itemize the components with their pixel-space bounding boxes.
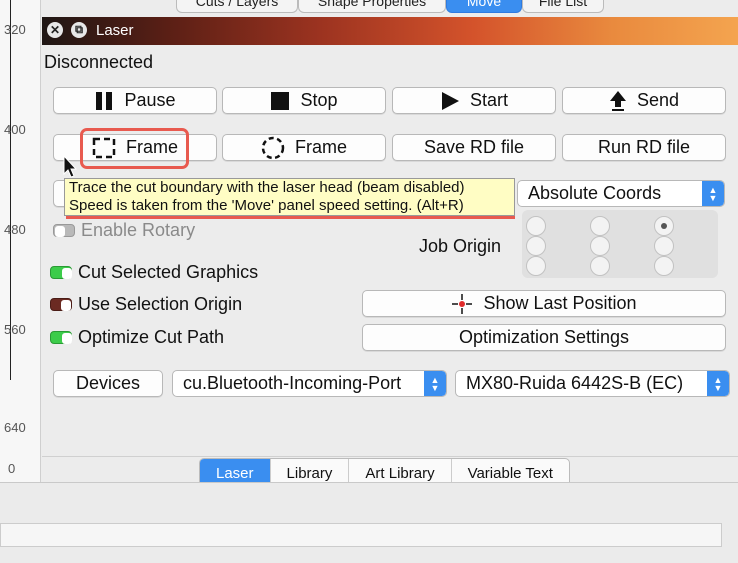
enable-rotary-toggle-row[interactable]: Enable Rotary <box>53 220 195 241</box>
frame-button-highlight <box>80 128 189 169</box>
origin-middle-right-radio[interactable] <box>654 236 674 256</box>
show-last-position-label: Show Last Position <box>483 293 637 313</box>
origin-bottom-left-radio[interactable] <box>526 256 546 276</box>
chevron-updown-icon: ▲ ▼ <box>424 371 446 396</box>
enable-rotary-toggle[interactable] <box>53 224 75 237</box>
frame-tooltip: Trace the cut boundary with the laser he… <box>64 178 515 216</box>
stop-icon <box>271 91 290 110</box>
save-rd-file-button[interactable]: Save RD file <box>392 134 556 161</box>
vertical-ruler: 320 400 480 560 640 0 <box>0 0 41 482</box>
upload-arrow-icon <box>609 90 626 111</box>
window-title: Laser <box>96 22 134 39</box>
start-button[interactable]: Start <box>392 87 556 114</box>
origin-top-center-radio[interactable] <box>590 216 610 236</box>
stop-label: Stop <box>300 90 338 110</box>
tab-shape-properties[interactable]: Shape Properties <box>298 0 446 13</box>
ruler-label: 560 <box>4 322 26 337</box>
connection-status: Disconnected <box>44 52 154 72</box>
use-selection-origin-toggle[interactable] <box>50 298 72 311</box>
send-button[interactable]: Send <box>562 87 726 114</box>
port-select-value: cu.Bluetooth-Incoming-Port <box>183 373 402 393</box>
chevron-updown-icon: ▲ ▼ <box>707 371 729 396</box>
use-selection-origin-label: Use Selection Origin <box>78 294 243 314</box>
origin-bottom-center-radio[interactable] <box>590 256 610 276</box>
tab-file-list[interactable]: File List <box>522 0 604 13</box>
ruler-label: 0 <box>8 461 16 476</box>
pause-button[interactable]: Pause <box>53 87 217 114</box>
ruler-label: 480 <box>4 222 26 237</box>
pause-icon <box>96 91 113 110</box>
start-label: Start <box>469 90 508 110</box>
optimize-cut-path-toggle-row[interactable]: Optimize Cut Path <box>50 327 224 348</box>
job-origin-label: Job Origin <box>419 236 502 256</box>
crosshair-icon <box>452 293 473 314</box>
tooltip-line-1: Trace the cut boundary with the laser he… <box>69 179 465 196</box>
close-icon[interactable]: ✕ <box>47 22 63 38</box>
origin-bottom-right-radio[interactable] <box>654 256 674 276</box>
cut-selected-toggle[interactable] <box>50 266 72 279</box>
play-icon <box>441 91 459 110</box>
tooltip-line-2: Speed is taken from the 'Move' panel spe… <box>69 197 464 214</box>
port-select[interactable]: cu.Bluetooth-Incoming-Port ▲ ▼ <box>172 370 447 397</box>
cut-selected-toggle-row[interactable]: Cut Selected Graphics <box>50 262 258 283</box>
device-select-value: MX80-Ruida 6442S-B (EC) <box>466 373 684 393</box>
laser-window-titlebar: ✕ ⧉ Laser <box>42 17 738 45</box>
ruler-label: 640 <box>4 420 26 435</box>
use-selection-origin-toggle-row[interactable]: Use Selection Origin <box>50 294 242 315</box>
optimization-settings-button[interactable]: Optimization Settings <box>362 324 726 351</box>
run-rd-file-button[interactable]: Run RD file <box>562 134 726 161</box>
tab-move[interactable]: Move <box>446 0 522 13</box>
tab-cuts-layers[interactable]: Cuts / Layers <box>176 0 298 13</box>
optimize-cut-path-label: Optimize Cut Path <box>78 327 225 347</box>
cut-selected-label: Cut Selected Graphics <box>78 262 259 282</box>
devices-button[interactable]: Devices <box>53 370 163 397</box>
mouse-cursor-icon <box>63 155 78 178</box>
send-label: Send <box>636 90 680 110</box>
pause-label: Pause <box>124 90 176 110</box>
divider <box>42 456 738 457</box>
stop-button[interactable]: Stop <box>222 87 386 114</box>
frame-circle-label: Frame <box>294 137 347 157</box>
origin-middle-left-radio[interactable] <box>526 236 546 256</box>
ruler-label: 320 <box>4 22 26 37</box>
frame-circle-button[interactable]: Frame <box>222 134 386 161</box>
coordinates-mode-value: Absolute Coords <box>528 183 662 203</box>
dashed-circle-icon <box>261 136 285 159</box>
chevron-updown-icon: ▲ ▼ <box>702 181 724 206</box>
bottom-input-strip <box>0 523 722 547</box>
coordinates-mode-select[interactable]: Absolute Coords ▲ ▼ <box>517 180 725 207</box>
ruler-label: 400 <box>4 122 26 137</box>
tooltip-underline <box>66 216 515 219</box>
origin-top-left-radio[interactable] <box>526 216 546 236</box>
restore-icon[interactable]: ⧉ <box>71 22 87 38</box>
bottom-status-area <box>0 482 738 563</box>
origin-center-radio[interactable] <box>590 236 610 256</box>
show-last-position-button[interactable]: Show Last Position <box>362 290 726 317</box>
device-select[interactable]: MX80-Ruida 6442S-B (EC) ▲ ▼ <box>455 370 730 397</box>
enable-rotary-label: Enable Rotary <box>81 220 196 240</box>
job-origin-grid <box>522 210 718 278</box>
origin-top-right-radio[interactable] <box>654 216 674 236</box>
optimize-cut-path-toggle[interactable] <box>50 331 72 344</box>
